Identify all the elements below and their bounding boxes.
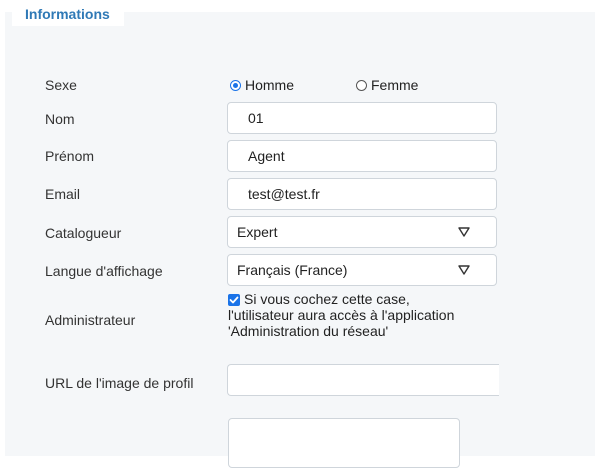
nom-label: Nom: [45, 111, 75, 127]
section-title: Informations: [12, 4, 124, 26]
url-image-label: URL de l'image de profil: [45, 375, 194, 391]
radio-homme[interactable]: Homme: [230, 77, 294, 93]
email-input[interactable]: test@test.fr: [227, 178, 497, 210]
email-value: test@test.fr: [248, 186, 320, 202]
radio-checked-icon[interactable]: [230, 79, 241, 91]
administrateur-help-text: Si vous cochez cette case, l'utilisateur…: [228, 291, 488, 339]
nom-value: 01: [248, 110, 264, 126]
radio-femme-label: Femme: [371, 77, 419, 93]
sexe-label: Sexe: [45, 77, 77, 93]
prenom-label: Prénom: [45, 148, 95, 164]
url-image-input[interactable]: [227, 364, 499, 396]
catalogueur-select[interactable]: Expert: [227, 216, 497, 248]
radio-femme[interactable]: Femme: [356, 77, 418, 93]
admin-text-line3: 'Administration du réseau': [228, 323, 389, 339]
radio-unchecked-icon[interactable]: [356, 79, 367, 91]
email-label: Email: [45, 186, 81, 202]
catalogueur-value: Expert: [237, 224, 278, 240]
profile-image-box[interactable]: [228, 418, 460, 468]
chevron-down-icon[interactable]: [458, 227, 470, 237]
nom-input[interactable]: 01: [227, 102, 497, 134]
prenom-input[interactable]: Agent: [227, 140, 497, 172]
prenom-value: Agent: [248, 148, 285, 164]
langue-value: Français (France): [237, 262, 348, 278]
admin-text-line2: l'utilisateur aura accès à l'application: [228, 307, 455, 323]
langue-select[interactable]: Français (France): [227, 254, 497, 286]
administrateur-label: Administrateur: [45, 312, 136, 328]
chevron-down-icon[interactable]: [458, 265, 470, 275]
catalogueur-label: Catalogueur: [45, 225, 122, 241]
langue-label: Langue d'affichage: [45, 263, 163, 279]
admin-text-line1: Si vous cochez cette case,: [244, 291, 410, 307]
radio-homme-label: Homme: [245, 77, 295, 93]
